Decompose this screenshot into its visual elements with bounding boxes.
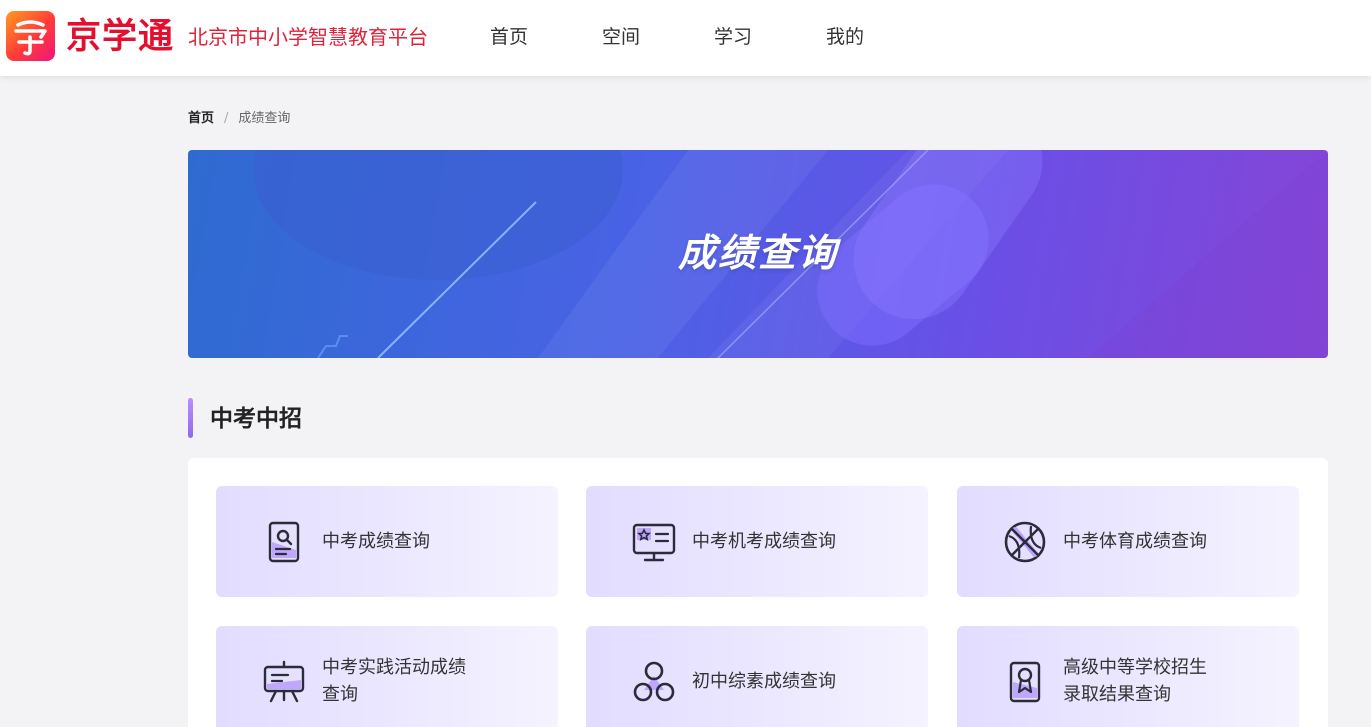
- three-circles-icon: [633, 661, 675, 702]
- card-label-line-2: 录取结果查询: [1063, 684, 1171, 705]
- nav-learning[interactable]: 学习: [714, 24, 752, 50]
- card-label-line-2: 查询: [322, 684, 358, 705]
- banner-title: 成绩查询: [677, 231, 838, 275]
- computer-monitor-icon: [632, 523, 676, 562]
- page-banner: 成绩查询: [188, 150, 1328, 358]
- card-practice-activity-score[interactable]: 中考实践活动成绩 查询: [216, 626, 558, 727]
- card-label: 中考成绩查询: [322, 531, 430, 552]
- basketball-icon: [1004, 521, 1046, 563]
- card-label: 中考体育成绩查询: [1063, 531, 1207, 552]
- admission-certificate-icon: [1009, 661, 1041, 703]
- nav-home[interactable]: 首页: [490, 24, 528, 50]
- card-comprehensive-quality-score[interactable]: 初中综素成绩查询: [586, 626, 928, 727]
- breadcrumb: 首页 / 成绩查询: [188, 110, 290, 128]
- card-high-school-admission-result[interactable]: 高级中等学校招生 录取结果查询: [957, 626, 1299, 727]
- card-label-line-1: 中考实践活动成绩: [322, 657, 466, 678]
- card-computer-exam-score[interactable]: 中考机考成绩查询: [586, 486, 928, 597]
- brand-name[interactable]: 京学通: [66, 14, 174, 60]
- breadcrumb-home[interactable]: 首页: [188, 111, 214, 126]
- nav-mine[interactable]: 我的: [826, 24, 864, 50]
- card-label: 中考机考成绩查询: [692, 531, 836, 552]
- card-label: 高级中等学校招生 录取结果查询: [1063, 654, 1243, 708]
- nav-space[interactable]: 空间: [602, 24, 640, 50]
- section-accent-bar: [188, 398, 193, 438]
- platform-tagline: 北京市中小学智慧教育平台: [188, 25, 428, 49]
- top-navigation-bar: 京学通 北京市中小学智慧教育平台 首页 空间 学习 我的: [0, 0, 1371, 76]
- presentation-easel-icon: [263, 660, 305, 703]
- breadcrumb-current: 成绩查询: [238, 111, 291, 126]
- section-title: 中考中招: [210, 406, 302, 432]
- logo-icon[interactable]: [6, 11, 55, 61]
- card-label: 初中综素成绩查询: [692, 671, 836, 692]
- id-card-search-icon: [268, 521, 300, 563]
- card-label-line-1: 高级中等学校招生: [1063, 657, 1207, 678]
- card-zhongkao-score[interactable]: 中考成绩查询: [216, 486, 558, 597]
- card-pe-score[interactable]: 中考体育成绩查询: [957, 486, 1299, 597]
- card-label: 中考实践活动成绩 查询: [322, 654, 502, 708]
- breadcrumb-separator: /: [224, 111, 229, 126]
